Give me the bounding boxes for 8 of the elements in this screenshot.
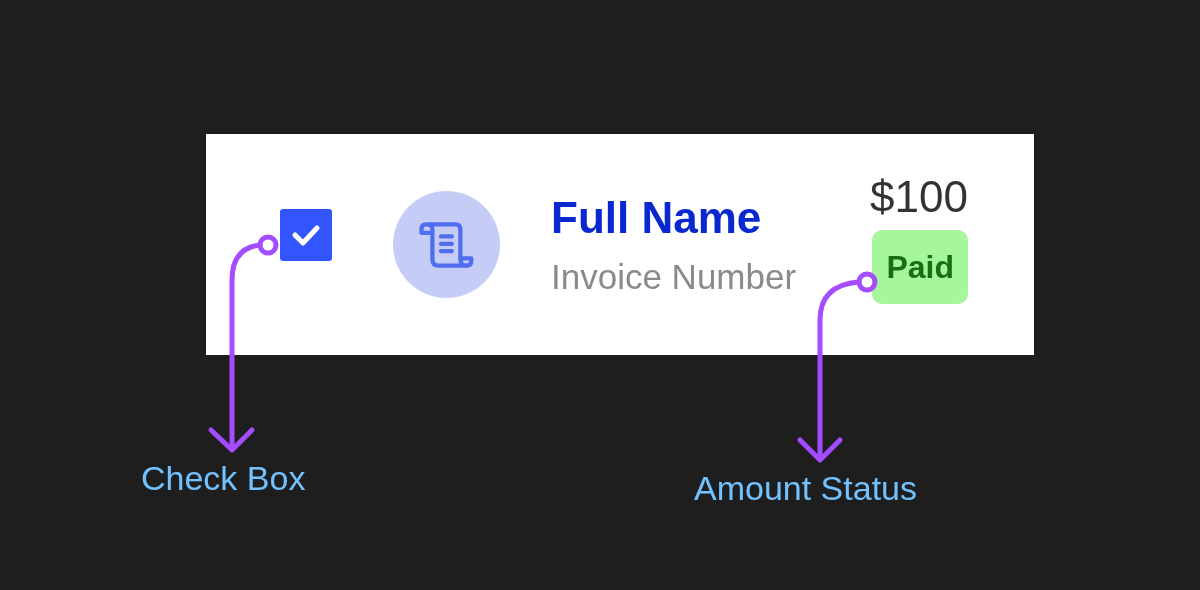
checkmark-icon (291, 222, 321, 247)
checkbox[interactable] (280, 208, 332, 261)
invoice-number: Invoice Number (551, 255, 798, 298)
amount: $100 (870, 171, 968, 222)
annotation-label: Amount Status (694, 468, 917, 509)
status-badge: Paid (872, 229, 968, 304)
full-name: Full Name (551, 191, 763, 244)
annotation-label: Check Box (141, 458, 306, 499)
